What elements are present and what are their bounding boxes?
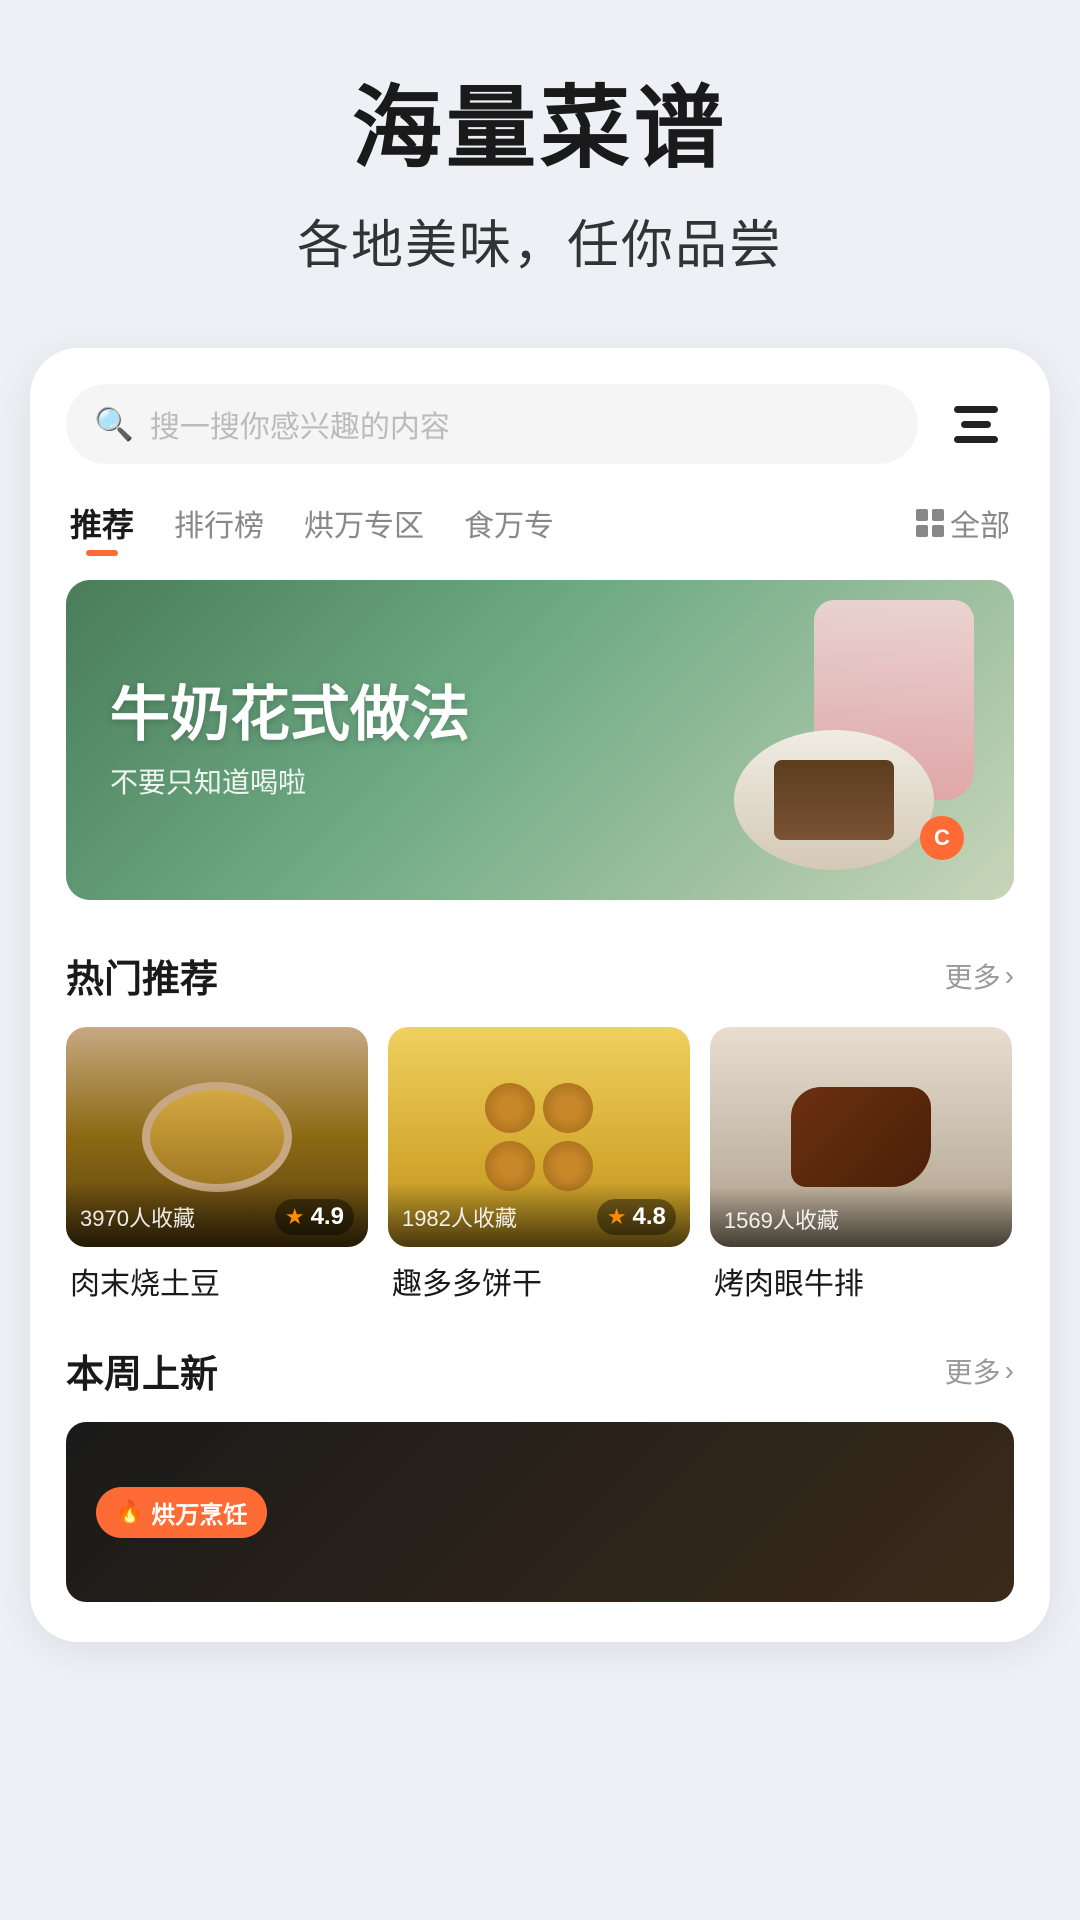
cookie-1	[485, 1083, 535, 1133]
hero-section: 海量菜谱 各地美味，任你品尝	[0, 0, 1080, 328]
week-banner[interactable]: 🔥 烘万烹饪	[66, 1422, 1014, 1602]
search-placeholder: 搜一搜你感兴趣的内容	[150, 402, 450, 446]
search-icon: 🔍	[94, 405, 134, 443]
c-logo-badge: C	[920, 816, 964, 860]
recipe-image-2: 1982人收藏 ★ 4.8	[388, 1027, 690, 1247]
rating-value-2: 4.8	[633, 1203, 666, 1231]
tab-baking[interactable]: 烘万专区	[304, 501, 424, 551]
recipe-name-3: 烤肉眼牛排	[710, 1259, 1012, 1303]
collect-count-2: 1982人收藏	[402, 1201, 517, 1233]
bowl-decoration	[142, 1082, 292, 1192]
hero-title: 海量菜谱	[40, 80, 1040, 179]
week-section-header: 本周上新 更多 ›	[66, 1343, 1014, 1398]
search-row: 🔍 搜一搜你感兴趣的内容	[66, 384, 1014, 464]
menu-bar-middle	[961, 421, 991, 428]
recipe-badge-3: 1569人收藏	[710, 1187, 1012, 1247]
grid-icon	[916, 509, 944, 537]
fire-icon: 🔥	[116, 1499, 143, 1525]
rating-badge-2: ★ 4.8	[597, 1199, 676, 1235]
recipe-name-2: 趣多多饼干	[388, 1259, 690, 1303]
recipe-image-3: 1569人收藏	[710, 1027, 1012, 1247]
grid-dot-2	[932, 509, 944, 521]
grid-dot-3	[916, 525, 928, 537]
grid-dot-1	[916, 509, 928, 521]
hot-more-text: 更多	[945, 956, 1001, 996]
week-section-title: 本周上新	[66, 1343, 218, 1398]
recipe-name-1: 肉末烧土豆	[66, 1259, 368, 1303]
rating-badge-1: ★ 4.9	[275, 1199, 354, 1235]
week-more-text: 更多	[945, 1351, 1001, 1391]
rating-value-1: 4.9	[311, 1203, 344, 1231]
recipe-badge-2: 1982人收藏 ★ 4.8	[388, 1183, 690, 1247]
hero-subtitle: 各地美味，任你品尝	[40, 203, 1040, 278]
recipe-card-1[interactable]: 3970人收藏 ★ 4.9 肉末烧土豆	[66, 1027, 368, 1303]
recipe-badge-1: 3970人收藏 ★ 4.9	[66, 1183, 368, 1247]
recipe-card-3[interactable]: 1569人收藏 烤肉眼牛排	[710, 1027, 1012, 1303]
hot-section-title: 热门推荐	[66, 948, 218, 1003]
week-badge-label: 烘万烹饪	[151, 1495, 247, 1530]
cookie-2	[543, 1083, 593, 1133]
steak-decoration	[791, 1087, 931, 1187]
menu-icon[interactable]	[938, 386, 1014, 462]
menu-bar-top	[954, 406, 998, 413]
star-icon-2: ★	[607, 1204, 627, 1230]
week-more-link[interactable]: 更多 ›	[945, 1351, 1014, 1391]
tab-recommended[interactable]: 推荐	[70, 500, 134, 552]
tab-all[interactable]: 全部	[916, 501, 1010, 551]
banner[interactable]: 牛奶花式做法 不要只知道喝啦 C	[66, 580, 1014, 900]
recipe-row: 3970人收藏 ★ 4.9 肉末烧土豆	[66, 1027, 1014, 1303]
recipe-card-2[interactable]: 1982人收藏 ★ 4.8 趣多多饼干	[388, 1027, 690, 1303]
this-week-section: 本周上新 更多 › 🔥 烘万烹饪	[66, 1343, 1014, 1602]
star-icon-1: ★	[285, 1204, 305, 1230]
grid-dot-4	[932, 525, 944, 537]
hot-chevron-icon: ›	[1005, 960, 1014, 992]
app-card: 🔍 搜一搜你感兴趣的内容 推荐 排行榜 烘万专区 食万专 全部 牛奶花式做法	[30, 348, 1050, 1642]
food-cake-image	[774, 760, 894, 840]
tab-ranking[interactable]: 排行榜	[174, 501, 264, 551]
hot-section-header: 热门推荐 更多 ›	[66, 948, 1014, 1003]
cookie-decoration	[485, 1083, 593, 1191]
collect-count-3: 1569人收藏	[724, 1203, 839, 1235]
search-bar[interactable]: 🔍 搜一搜你感兴趣的内容	[66, 384, 918, 464]
week-chevron-icon: ›	[1005, 1355, 1014, 1387]
menu-bar-bottom	[954, 436, 998, 443]
collect-count-1: 3970人收藏	[80, 1201, 195, 1233]
food-plate-image	[734, 730, 934, 870]
recipe-image-1: 3970人收藏 ★ 4.9	[66, 1027, 368, 1247]
week-badge-tag: 🔥 烘万烹饪	[96, 1487, 267, 1538]
tab-all-label: 全部	[950, 501, 1010, 545]
tab-food[interactable]: 食万专	[464, 501, 554, 551]
tabs-row: 推荐 排行榜 烘万专区 食万专 全部	[66, 500, 1014, 552]
hot-more-link[interactable]: 更多 ›	[945, 956, 1014, 996]
